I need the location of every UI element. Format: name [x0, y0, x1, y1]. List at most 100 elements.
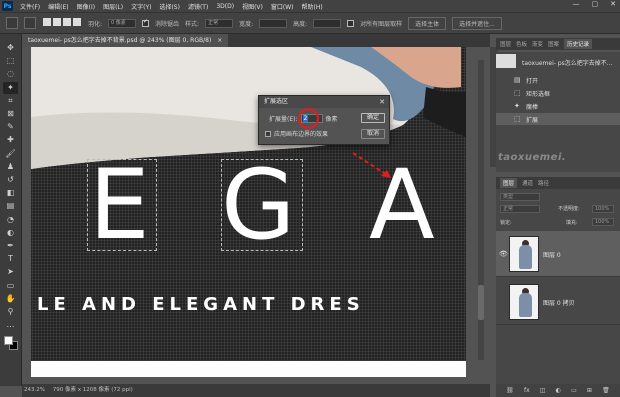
red-arrow-head [381, 170, 391, 178]
layer-style-icon[interactable]: fx [524, 387, 530, 394]
tab-channels[interactable]: 通道 [522, 179, 533, 187]
menu-image[interactable]: 图像(I) [73, 2, 99, 11]
apply-edge-row: 应用画布边界的效果 [265, 129, 328, 138]
magic-wand-tool-icon[interactable]: ✦ [3, 81, 18, 94]
gradient-tool-icon[interactable]: ▤ [3, 200, 18, 212]
height-input[interactable] [313, 18, 342, 28]
blend-mode-select[interactable]: 正常 [500, 205, 540, 213]
add-selection-icon[interactable] [53, 18, 61, 26]
healing-tool-icon[interactable]: ✚ [3, 134, 18, 146]
foreground-color-swatch[interactable] [4, 336, 13, 345]
layers-panel-tabs: 图层 通道 路径 [496, 177, 620, 189]
tool-preset-icon[interactable] [24, 17, 36, 29]
menu-file[interactable]: 文件(F) [16, 2, 44, 11]
document-tab-bar: taoxuemei- ps怎么把字去掉不背景.psd @ 243% (图层 0,… [22, 34, 490, 47]
document-tab[interactable]: taoxuemei- ps怎么把字去掉不背景.psd @ 243% (图层 0,… [22, 34, 229, 47]
subtract-selection-icon[interactable] [63, 18, 71, 26]
type-tool-icon[interactable]: T [3, 253, 18, 265]
menu-edit[interactable]: 编辑(E) [44, 2, 72, 11]
eraser-tool-icon[interactable]: ◧ [3, 187, 18, 199]
opacity-input[interactable]: 100% [592, 205, 614, 213]
pen-tool-icon[interactable]: ✒ [3, 240, 18, 252]
minimize-icon[interactable]: — [573, 0, 580, 8]
sample-all-label: 对所有图层取样 [360, 20, 403, 28]
red-arrow-line [352, 152, 388, 176]
menu-filter[interactable]: 滤镜(T) [184, 2, 212, 11]
menu-type[interactable]: 文字(Y) [127, 2, 155, 11]
menu-select[interactable]: 选择(S) [155, 2, 184, 11]
document-canvas[interactable]: E G A LE AND ELEGANT DRES [31, 47, 466, 377]
layer-kind-filter[interactable]: 类型 [500, 193, 540, 201]
history-item-magic-wand[interactable]: ✦ 魔棒 [496, 100, 620, 112]
vertical-scrollbar[interactable] [478, 60, 484, 360]
dodge-tool-icon[interactable]: ◐ [3, 227, 18, 239]
tab-paths[interactable]: 路径 [538, 179, 549, 187]
menu-view[interactable]: 视图(V) [238, 2, 267, 11]
tab-layers[interactable]: 图层 [500, 178, 518, 188]
tab-swatches[interactable]: 色板 [516, 40, 527, 48]
marquee-tool-icon[interactable]: ⬚ [3, 55, 18, 67]
tab-close-icon[interactable]: × [217, 37, 222, 44]
ok-button[interactable]: 确定 [361, 113, 385, 123]
crop-tool-icon[interactable]: ⌗ [3, 95, 18, 107]
history-snapshot-thumbnail [496, 54, 516, 68]
eyedropper-tool-icon[interactable]: ✎ [3, 121, 18, 133]
layer-name[interactable]: 图层 0 [543, 250, 561, 259]
menu-layer[interactable]: 图层(L) [99, 2, 127, 11]
scrollbar-thumb[interactable] [478, 285, 484, 320]
new-group-icon[interactable]: ▭ [571, 387, 577, 394]
select-subject-button[interactable]: 选择主体 [408, 16, 447, 30]
red-arrow-annotation [352, 152, 391, 178]
home-icon[interactable] [6, 17, 18, 29]
new-selection-icon[interactable] [43, 18, 51, 26]
history-item-marquee[interactable]: ⬚ 矩形选框 [496, 87, 620, 99]
intersect-selection-icon[interactable] [73, 18, 81, 26]
zoom-level[interactable]: 243.2% [24, 387, 45, 393]
options-bar: 羽化: 0 像素 消除锯齿 样式: 正常 宽度: 高度: 对所有图层取样 选择主… [0, 12, 620, 34]
close-window-icon[interactable]: ✕ [610, 0, 616, 8]
move-tool-icon[interactable]: ✥ [3, 42, 18, 54]
cancel-button[interactable]: 取消 [361, 129, 385, 139]
style-select[interactable]: 正常 [205, 18, 234, 28]
adjustment-layer-icon[interactable]: ◐ [556, 387, 561, 394]
menu-help[interactable]: 帮助(H) [298, 2, 327, 11]
maximize-icon[interactable]: ▢ [592, 0, 599, 8]
sample-all-checkbox[interactable] [347, 19, 355, 27]
add-mask-icon[interactable]: ◫ [540, 387, 546, 394]
link-layers-icon[interactable]: ⛓ [506, 387, 514, 394]
shape-tool-icon[interactable]: ▭ [3, 280, 18, 292]
stamp-tool-icon[interactable]: ♟ [3, 161, 18, 173]
layer-row-layer0[interactable]: 👁 图层 0 [496, 231, 620, 277]
feather-input[interactable]: 0 像素 [108, 18, 137, 28]
layer-row-layer0-copy[interactable]: 图层 0 拷贝 [496, 279, 620, 325]
history-item-expand[interactable]: ⬚ 扩展 [496, 113, 620, 125]
history-brush-icon[interactable]: ↺ [3, 174, 18, 186]
visibility-eye-icon[interactable]: 👁 [499, 250, 508, 258]
antialias-checkbox[interactable] [142, 18, 150, 27]
width-input[interactable] [259, 18, 288, 28]
tab-history[interactable]: 历史记录 [564, 39, 593, 49]
path-select-icon[interactable]: ➤ [3, 266, 18, 278]
select-and-mask-button[interactable]: 选择并遮住... [452, 16, 502, 30]
tab-layers-top[interactable]: 图层 [500, 40, 511, 48]
menu-window[interactable]: 窗口(W) [267, 2, 298, 11]
tab-gradients[interactable]: 渐变 [532, 40, 543, 48]
new-layer-icon[interactable]: ⊞ [587, 387, 592, 394]
layer-name[interactable]: 图层 0 拷贝 [543, 298, 575, 307]
photo-shadow [423, 87, 466, 137]
hand-tool-icon[interactable]: ✋ [3, 293, 18, 305]
frame-tool-icon[interactable]: ⊠ [3, 108, 18, 120]
history-item-open[interactable]: ▤ 打开 [496, 74, 620, 86]
expand-selection-dialog: 扩展选区 ✕ 扩展量(E): 2 像素 应用画布边界的效果 确定 取消 [258, 95, 390, 145]
lasso-tool-icon[interactable]: ◌ [3, 68, 18, 80]
tab-patterns[interactable]: 图案 [548, 40, 559, 48]
zoom-tool-icon[interactable]: ⚲ [3, 306, 18, 318]
apply-edge-checkbox[interactable] [265, 130, 271, 137]
dialog-close-icon[interactable]: ✕ [379, 96, 385, 108]
blur-tool-icon[interactable]: ◔ [3, 214, 18, 226]
fill-input[interactable]: 100% [592, 218, 614, 226]
delete-layer-icon[interactable]: 🗑 [602, 387, 610, 394]
more-tools-icon[interactable]: … [3, 319, 18, 331]
brush-tool-icon[interactable]: 🖌 [3, 148, 18, 160]
menu-3d[interactable]: 3D(D) [212, 3, 238, 10]
